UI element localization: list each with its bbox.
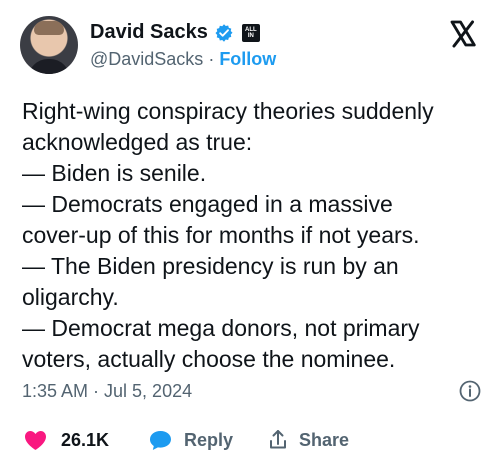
author-avatar[interactable]	[20, 16, 78, 74]
all-in-badge-bottom-text: IN	[247, 32, 254, 39]
handle-separator: ·	[203, 48, 220, 69]
reply-bubble-icon	[147, 428, 174, 452]
author-name-row: David Sacks ALL IN	[90, 21, 276, 45]
avatar-shirt	[28, 59, 70, 74]
like-count: 26.1K	[61, 429, 110, 450]
tweet-text-line: acknowledged as true:	[22, 129, 253, 155]
share-icon	[267, 428, 289, 452]
follow-button[interactable]: Follow	[219, 49, 276, 69]
share-label: Share	[299, 429, 350, 450]
heart-icon	[22, 428, 49, 452]
like-button[interactable]: 26.1K	[22, 428, 147, 452]
author-handle-row: @DavidSacks · Follow	[90, 49, 276, 70]
tweet-card: David Sacks ALL IN @DavidSacks · Follow	[0, 0, 500, 461]
tweet-text-line: cover-up of this for months if not years…	[22, 222, 420, 248]
info-icon[interactable]	[458, 379, 482, 403]
tweet-text-line: — Democrats engaged in a massive	[22, 191, 393, 217]
tweet-text: Right-wing conspiracy theories suddenly …	[22, 96, 476, 375]
author-identity: David Sacks ALL IN @DavidSacks · Follow	[90, 16, 276, 74]
tweet-meta-row: 1:35 AM · Jul 5, 2024	[22, 378, 482, 404]
reply-label: Reply	[184, 429, 234, 450]
tweet-header: David Sacks ALL IN @DavidSacks · Follow	[20, 14, 276, 76]
tweet-text-line: oligarchy.	[22, 284, 119, 310]
x-logo-icon[interactable]	[446, 17, 480, 51]
author-handle[interactable]: @DavidSacks	[90, 49, 203, 69]
tweet-timestamp[interactable]: 1:35 AM · Jul 5, 2024	[22, 381, 192, 402]
share-button[interactable]: Share	[267, 428, 367, 452]
all-in-badge: ALL IN	[241, 23, 260, 42]
tweet-text-line: — The Biden presidency is run by an	[22, 253, 399, 279]
avatar-hair	[34, 21, 64, 35]
verified-badge-icon	[214, 23, 234, 43]
tweet-actions: 26.1K Reply Share	[22, 424, 367, 456]
tweet-text-line: — Biden is senile.	[22, 160, 207, 186]
tweet-text-line: voters, actually choose the nominee.	[22, 346, 396, 372]
tweet-text-line: Right-wing conspiracy theories suddenly	[22, 98, 434, 124]
reply-button[interactable]: Reply	[147, 428, 267, 452]
author-display-name[interactable]: David Sacks	[90, 21, 208, 44]
tweet-text-line: — Democrat mega donors, not primary	[22, 315, 420, 341]
